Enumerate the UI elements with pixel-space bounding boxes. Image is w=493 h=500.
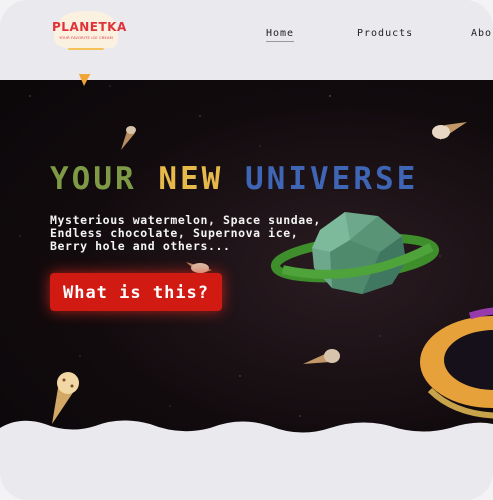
headline-word-new: NEW xyxy=(158,161,224,197)
footer-wave-divider xyxy=(0,420,493,500)
donut-planet-icon xyxy=(420,307,493,419)
what-is-this-button[interactable]: What is this? xyxy=(50,273,222,311)
hero-headline: YOUR NEW UNIVERSE xyxy=(50,161,418,197)
nav-item-home[interactable]: Home xyxy=(266,28,295,42)
headline-word-universe: UNIVERSE xyxy=(245,161,419,197)
header-wave-divider xyxy=(0,50,493,75)
page-frame: PLANETKA YOUR FAVORITE ICE CREAM Home Pr… xyxy=(0,0,493,500)
nav-item-about[interactable]: Abo xyxy=(471,28,492,39)
logo-title: PLANETKA xyxy=(52,20,127,34)
headline-word-your: YOUR xyxy=(50,161,137,197)
hero-description: Mysterious watermelon, Space sundae, End… xyxy=(50,214,360,253)
logo-subtitle: YOUR FAVORITE ICE CREAM xyxy=(59,36,113,40)
description-line: Berry hole and others... xyxy=(50,239,231,253)
nav-item-products[interactable]: Products xyxy=(357,28,413,39)
